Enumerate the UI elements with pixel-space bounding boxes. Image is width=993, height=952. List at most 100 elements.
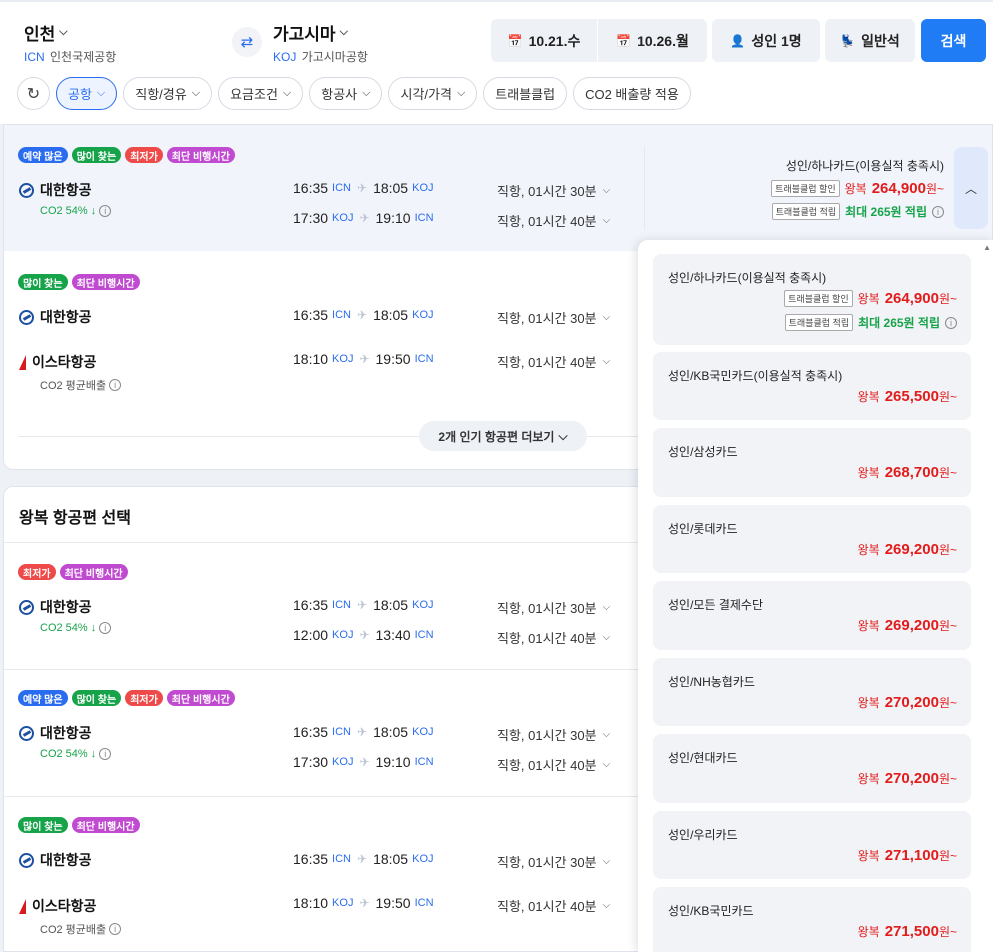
chevron-down-icon: ⌵ — [602, 185, 611, 196]
swap-icon[interactable]: ⇄ — [232, 27, 262, 57]
fare-option[interactable]: 성인/모든 결제수단 왕복 269,200원~ — [653, 581, 971, 650]
destination-selector[interactable]: 가고시마 ⌵ KOJ 가고시마공항 — [273, 20, 368, 65]
passengers-label: 성인 1명 — [751, 32, 802, 49]
leg-route: 18:10 KOJ ✈ 19:50 ICN — [293, 895, 434, 911]
leg-duration[interactable]: 직항, 01시간 40분 ⌵ — [497, 755, 610, 774]
reward-tag: 트래블클럽 적립 — [784, 314, 854, 331]
selected-result[interactable]: 예약 많은 많이 찾는 최저가 최단 비행시간 대한항공 CO2 54% ↓ i … — [4, 125, 992, 251]
leg-duration[interactable]: 직항, 01시간 30분 ⌵ — [497, 598, 610, 617]
co2-info: CO2 54% ↓ i — [40, 205, 112, 217]
filter-airport[interactable]: 공항 ⌵ — [56, 77, 118, 110]
badge-most-searched: 많이 찾는 — [18, 817, 68, 833]
leg-duration[interactable]: 직항, 01시간 30분 ⌵ — [497, 725, 610, 744]
fare-option[interactable]: 성인/NH농협카드 왕복 270,200원~ — [653, 658, 971, 726]
leg-route: 16:35 ICN ✈ 18:05 KOJ — [293, 307, 434, 323]
chevron-down-icon: ⌵ — [282, 87, 292, 99]
show-more-button[interactable]: 2개 인기 항공편 더보기 ⌵ — [419, 421, 587, 451]
fare-option-title: 성인/롯데카드 — [668, 522, 738, 536]
co2-info: CO2 평균배출 i — [40, 377, 122, 393]
plane-icon: ✈ — [359, 211, 370, 225]
scroll-up-icon[interactable]: ▲ — [983, 243, 991, 252]
filter-co2[interactable]: CO2 배출량 적용 — [573, 77, 691, 110]
info-icon[interactable]: i — [945, 316, 957, 329]
leg-duration[interactable]: 직항, 01시간 30분 ⌵ — [497, 308, 610, 327]
filter-direct[interactable]: 직항/경유 ⌵ — [123, 77, 213, 110]
chevron-up-icon[interactable]: ︿ — [954, 147, 988, 229]
fare-option[interactable]: 성인/삼성카드 왕복 268,700원~ — [653, 428, 971, 497]
info-icon[interactable]: i — [99, 622, 112, 634]
filter-label: 공항 — [68, 87, 92, 102]
leg-duration[interactable]: 직항, 01시간 30분 ⌵ — [497, 852, 610, 871]
leg-duration[interactable]: 직항, 01시간 40분 ⌵ — [497, 628, 610, 647]
badge-group: 많이 찾는 최단 비행시간 — [18, 274, 140, 290]
filter-fare-conditions[interactable]: 요금조건 ⌵ — [218, 77, 304, 110]
fare-option-price: 왕복 269,200원~ — [857, 617, 957, 634]
plane-icon: ✈ — [359, 755, 370, 769]
calendar-icon: 📅 — [616, 33, 632, 48]
fare-options-dropdown: 성인/하나카드(이용실적 충족시) 트래블클럽 할인 왕복 264,900원~ 트래… — [638, 240, 993, 952]
plane-icon: ✈ — [359, 896, 370, 910]
passengers-button[interactable]: 👤 성인 1명 — [712, 19, 820, 62]
fare-option-reward: 트래블클럽 적립 최대 265원 적립 i — [784, 314, 957, 331]
badge-lowest-price: 최저가 — [125, 147, 163, 163]
filter-time-price[interactable]: 시각/가격 ⌵ — [388, 77, 478, 110]
plane-icon: ✈ — [357, 181, 368, 195]
leg-route: 17:30 KOJ ✈ 19:10 ICN — [293, 754, 434, 770]
airline-name: 대한항공 — [19, 723, 92, 743]
fare-option-title: 성인/모든 결제수단 — [668, 598, 763, 612]
fare-option-title: 성인/하나카드(이용실적 충족시) — [668, 271, 827, 285]
section-title: 왕복 항공편 선택 — [19, 510, 131, 527]
fare-option[interactable]: 성인/KB국민카드(이용실적 충족시) 왕복 265,500원~ — [653, 352, 971, 420]
fare-option-price: 왕복 265,500원~ — [857, 388, 957, 405]
price-title: 성인/하나카드(이용실적 충족시) — [785, 159, 944, 173]
info-icon[interactable]: i — [932, 205, 944, 218]
korean-air-logo-icon — [19, 309, 34, 325]
price-summary: 성인/하나카드(이용실적 충족시) 트래블클럽 할인 왕복 264,900원~ 트래… — [771, 157, 944, 220]
filter-label: 시각/가격 — [400, 87, 452, 102]
info-icon[interactable]: i — [99, 748, 112, 760]
chevron-down-icon: ⌵ — [602, 729, 611, 740]
return-date-button[interactable]: 📅 10.26.월 — [598, 19, 707, 62]
refresh-icon[interactable]: ↻ — [17, 77, 50, 110]
leg-duration[interactable]: 직항, 01시간 40분 ⌵ — [497, 896, 610, 915]
filter-airline[interactable]: 항공사 ⌵ — [309, 77, 383, 110]
leg-duration[interactable]: 직항, 01시간 40분 ⌵ — [497, 211, 610, 230]
plane-icon: ✈ — [359, 352, 370, 366]
origin-code: ICN — [24, 50, 45, 64]
co2-info: CO2 54% ↓ i — [40, 748, 112, 760]
airline-name: 대한항공 — [19, 307, 92, 327]
filter-label: CO2 배출량 적용 — [585, 87, 679, 102]
fare-option[interactable]: 성인/우리카드 왕복 271,100원~ — [653, 811, 971, 879]
leg-route: 16:35 ICN ✈ 18:05 KOJ — [293, 724, 434, 740]
fare-option[interactable]: 성인/하나카드(이용실적 충족시) 트래블클럽 할인 왕복 264,900원~ 트래… — [653, 254, 971, 345]
info-icon[interactable]: i — [109, 379, 122, 391]
origin-selector[interactable]: 인천 ⌵ ICN 인천국제공항 — [24, 20, 116, 65]
info-icon[interactable]: i — [99, 205, 112, 217]
chevron-down-icon: ⌵ — [602, 215, 611, 226]
destination-code: KOJ — [273, 50, 297, 64]
leg-duration[interactable]: 직항, 01시간 40분 ⌵ — [497, 352, 610, 371]
fare-option[interactable]: 성인/KB국민카드 왕복 271,500원~ — [653, 887, 971, 952]
chevron-down-icon: ⌵ — [602, 632, 611, 643]
search-header: 인천 ⌵ ICN 인천국제공항 ⇄ 가고시마 ⌵ KOJ 가고시마공항 📅 10.21… — [0, 0, 993, 124]
origin-city: 인천 — [24, 25, 56, 44]
leg-route: 16:35 ICN ✈ 18:05 KOJ — [293, 597, 434, 613]
cabin-button[interactable]: 💺 일반석 — [825, 19, 915, 62]
price-amount: 264,900원~ — [871, 180, 944, 197]
search-button[interactable]: 검색 — [921, 19, 986, 62]
badge-most-searched: 많이 찾는 — [18, 274, 68, 290]
fare-option-title: 성인/우리카드 — [668, 828, 738, 842]
fare-option-price: 왕복 271,500원~ — [857, 923, 957, 940]
fare-option[interactable]: 성인/롯데카드 왕복 269,200원~ — [653, 505, 971, 573]
badge-lowest-price: 최저가 — [125, 690, 163, 706]
leg-duration[interactable]: 직항, 01시간 30분 ⌵ — [497, 181, 610, 200]
origin-airport: 인천국제공항 — [50, 50, 117, 64]
fare-option[interactable]: 성인/현대카드 왕복 270,200원~ — [653, 734, 971, 803]
eastar-jet-logo-icon — [19, 898, 26, 914]
chevron-down-icon: ⌵ — [602, 900, 611, 911]
filter-travel-club[interactable]: 트래블클럽 — [483, 77, 568, 110]
fare-option-price: 왕복 269,200원~ — [857, 541, 957, 558]
info-icon[interactable]: i — [109, 923, 122, 935]
filter-label: 항공사 — [321, 87, 358, 102]
depart-date-button[interactable]: 📅 10.21.수 — [491, 19, 597, 62]
